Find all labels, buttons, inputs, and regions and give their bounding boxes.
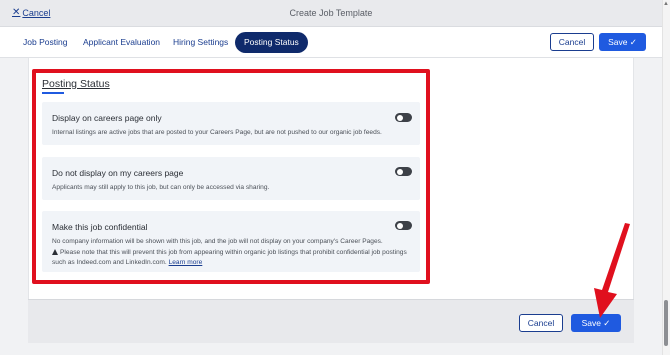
do-not-display-toggle[interactable] bbox=[395, 167, 412, 176]
option-title: Make this job confidential bbox=[52, 222, 148, 232]
option-title: Display on careers page only bbox=[52, 113, 162, 123]
save-button[interactable]: Save ✓ bbox=[599, 33, 646, 51]
confidential-toggle[interactable] bbox=[395, 221, 412, 230]
careers-page-only-toggle[interactable] bbox=[395, 113, 412, 122]
toggle-knob bbox=[396, 114, 403, 121]
option-description: Internal listings are active jobs that a… bbox=[52, 129, 382, 136]
footer-bar: Cancel Save ✓ bbox=[28, 299, 634, 343]
section-title: Posting Status bbox=[42, 78, 110, 90]
tab-applicant-evaluation[interactable]: Applicant Evaluation bbox=[74, 32, 169, 53]
tab-posting-status[interactable]: Posting Status bbox=[235, 32, 308, 53]
toggle-knob bbox=[396, 168, 403, 175]
footer-cancel-button[interactable]: Cancel bbox=[519, 314, 563, 332]
option-description: Applicants may still apply to this job, … bbox=[52, 184, 270, 191]
section-title-underline bbox=[42, 92, 64, 94]
confidential-warning: Please note that this will prevent this … bbox=[52, 248, 407, 267]
tab-hiring-settings[interactable]: Hiring Settings bbox=[164, 32, 237, 53]
cancel-button[interactable]: Cancel bbox=[550, 33, 594, 51]
tab-bar: Job Posting Applicant Evaluation Hiring … bbox=[0, 27, 662, 58]
warning-icon bbox=[52, 248, 58, 255]
page-title: Create Job Template bbox=[289, 8, 373, 18]
tab-job-posting[interactable]: Job Posting bbox=[14, 32, 76, 53]
option-description: No company information will be shown wit… bbox=[52, 237, 407, 269]
option-confidential: Make this job confidential No company in… bbox=[42, 211, 420, 272]
confidential-description: No company information will be shown wit… bbox=[52, 238, 383, 245]
learn-more-link[interactable]: Learn more bbox=[169, 259, 203, 266]
footer-save-button[interactable]: Save ✓ bbox=[571, 314, 621, 332]
toggle-knob bbox=[396, 222, 403, 229]
option-careers-page-only: Display on careers page only Internal li… bbox=[42, 102, 420, 145]
option-do-not-display: Do not display on my careers page Applic… bbox=[42, 157, 420, 200]
option-title: Do not display on my careers page bbox=[52, 168, 184, 178]
scroll-up-arrow-icon[interactable]: ▲ bbox=[663, 1, 669, 7]
scrollbar-thumb[interactable] bbox=[664, 300, 668, 346]
top-bar: ✕ Cancel Create Job Template bbox=[0, 0, 662, 27]
